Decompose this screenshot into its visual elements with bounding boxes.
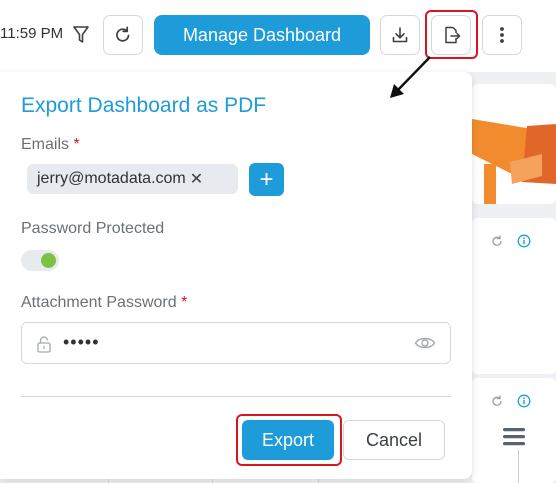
email-chip: jerry@motadata.com ✕ <box>27 164 238 194</box>
required-mark: * <box>181 294 188 311</box>
attachment-password-label-text: Attachment Password <box>21 294 177 311</box>
cancel-button[interactable]: Cancel <box>343 420 445 460</box>
emails-label-text: Emails <box>21 136 70 153</box>
download-icon <box>392 27 408 43</box>
email-chip-text: jerry@motadata.com <box>37 170 186 187</box>
attachment-password-input[interactable]: ••••• <box>21 322 451 364</box>
eye-icon[interactable] <box>414 335 436 351</box>
password-protected-label: Password Protected <box>21 220 165 237</box>
refresh-icon[interactable] <box>490 394 504 408</box>
footer-divider <box>21 396 451 397</box>
more-vertical-icon <box>500 27 504 43</box>
filter-icon[interactable] <box>72 25 90 45</box>
required-mark: * <box>73 136 80 153</box>
info-icon[interactable] <box>517 394 531 408</box>
lock-icon <box>37 336 51 353</box>
toggle-knob <box>41 253 56 268</box>
menu-icon[interactable] <box>502 426 526 448</box>
widget-image <box>472 84 556 204</box>
info-icon[interactable] <box>517 234 531 248</box>
password-protected-toggle[interactable] <box>21 250 59 271</box>
refresh-button[interactable] <box>103 15 143 55</box>
add-email-button[interactable]: + <box>249 163 284 196</box>
panel-title: Export Dashboard as PDF <box>21 94 267 117</box>
attachment-password-label: Attachment Password * <box>21 294 187 312</box>
export-button-highlight <box>425 10 478 59</box>
refresh-icon <box>116 26 130 42</box>
more-options-button[interactable] <box>482 15 522 55</box>
annotation-arrow <box>390 56 431 98</box>
refresh-icon[interactable] <box>490 234 504 248</box>
time-display: 11:59 PM <box>0 25 64 42</box>
download-button[interactable] <box>380 15 420 55</box>
widget-card-2 <box>472 378 556 483</box>
password-value: ••••• <box>63 332 100 352</box>
widget-card-1 <box>472 218 556 374</box>
emails-label: Emails * <box>21 136 80 154</box>
megaphone-illustration <box>472 119 556 204</box>
export-submit-highlight <box>236 414 342 466</box>
chart-axis-line <box>518 450 519 483</box>
manage-dashboard-button[interactable]: Manage Dashboard <box>154 15 370 55</box>
remove-email-icon[interactable]: ✕ <box>190 169 203 189</box>
